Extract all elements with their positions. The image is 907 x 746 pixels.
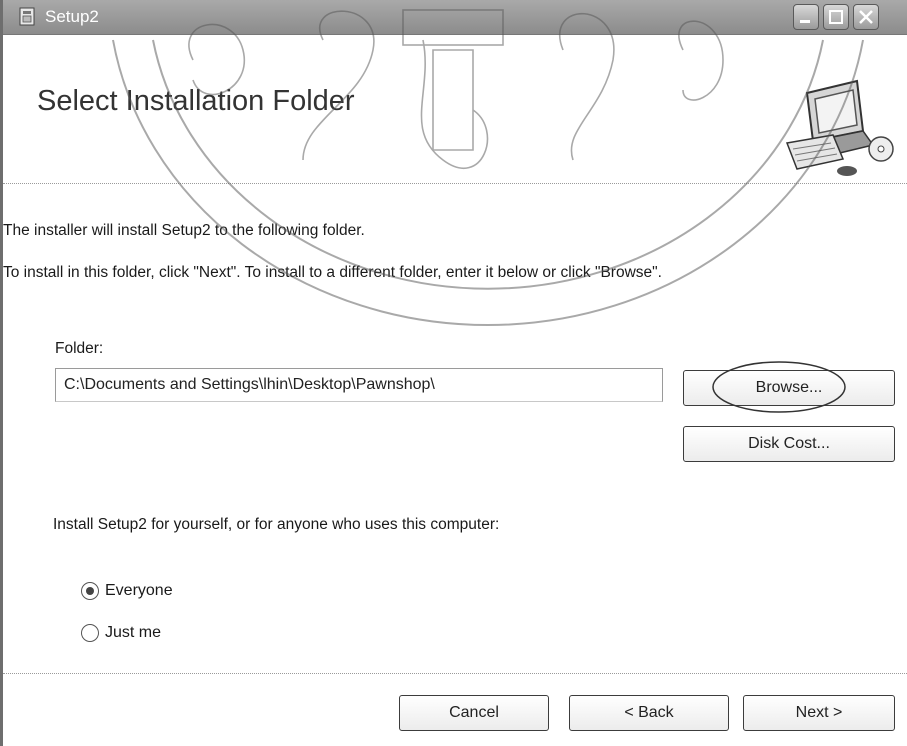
radio-everyone-label: Everyone <box>105 582 173 599</box>
radio-just-me-label: Just me <box>105 624 162 641</box>
page-title: Select Installation Folder <box>37 85 355 117</box>
radio-button-selected[interactable] <box>81 582 99 600</box>
intro-line-1: The installer will install Setup2 to the… <box>3 222 365 239</box>
maximize-button[interactable] <box>823 4 849 30</box>
intro-line-2: To install in this folder, click "Next".… <box>3 264 662 281</box>
folder-label: Folder: <box>55 340 104 357</box>
close-button[interactable] <box>853 4 879 30</box>
computer-setup-icon <box>777 73 895 183</box>
title-bar[interactable]: Setup2 <box>3 0 907 35</box>
radio-everyone[interactable]: Everyone <box>81 582 173 600</box>
folder-path-input[interactable] <box>55 368 663 402</box>
radio-button-unselected[interactable] <box>81 624 99 642</box>
window-title: Setup2 <box>45 7 99 26</box>
header-banner: Select Installation Folder <box>3 35 907 183</box>
minimize-button[interactable] <box>793 4 819 30</box>
disk-cost-button[interactable]: Disk Cost... <box>683 426 895 462</box>
next-button[interactable]: Next > <box>743 695 895 731</box>
footer-separator <box>3 673 907 674</box>
setup-window: Setup2 Select Installation Folder The in… <box>0 0 907 746</box>
back-button[interactable]: < Back <box>569 695 729 731</box>
radio-just-me[interactable]: Just me <box>81 624 161 642</box>
header-separator <box>3 183 907 184</box>
install-for-label: Install Setup2 for yourself, or for anyo… <box>53 516 500 533</box>
browse-button[interactable]: Browse... <box>683 370 895 406</box>
cancel-button[interactable]: Cancel <box>399 695 549 731</box>
installer-app-icon <box>17 6 39 28</box>
